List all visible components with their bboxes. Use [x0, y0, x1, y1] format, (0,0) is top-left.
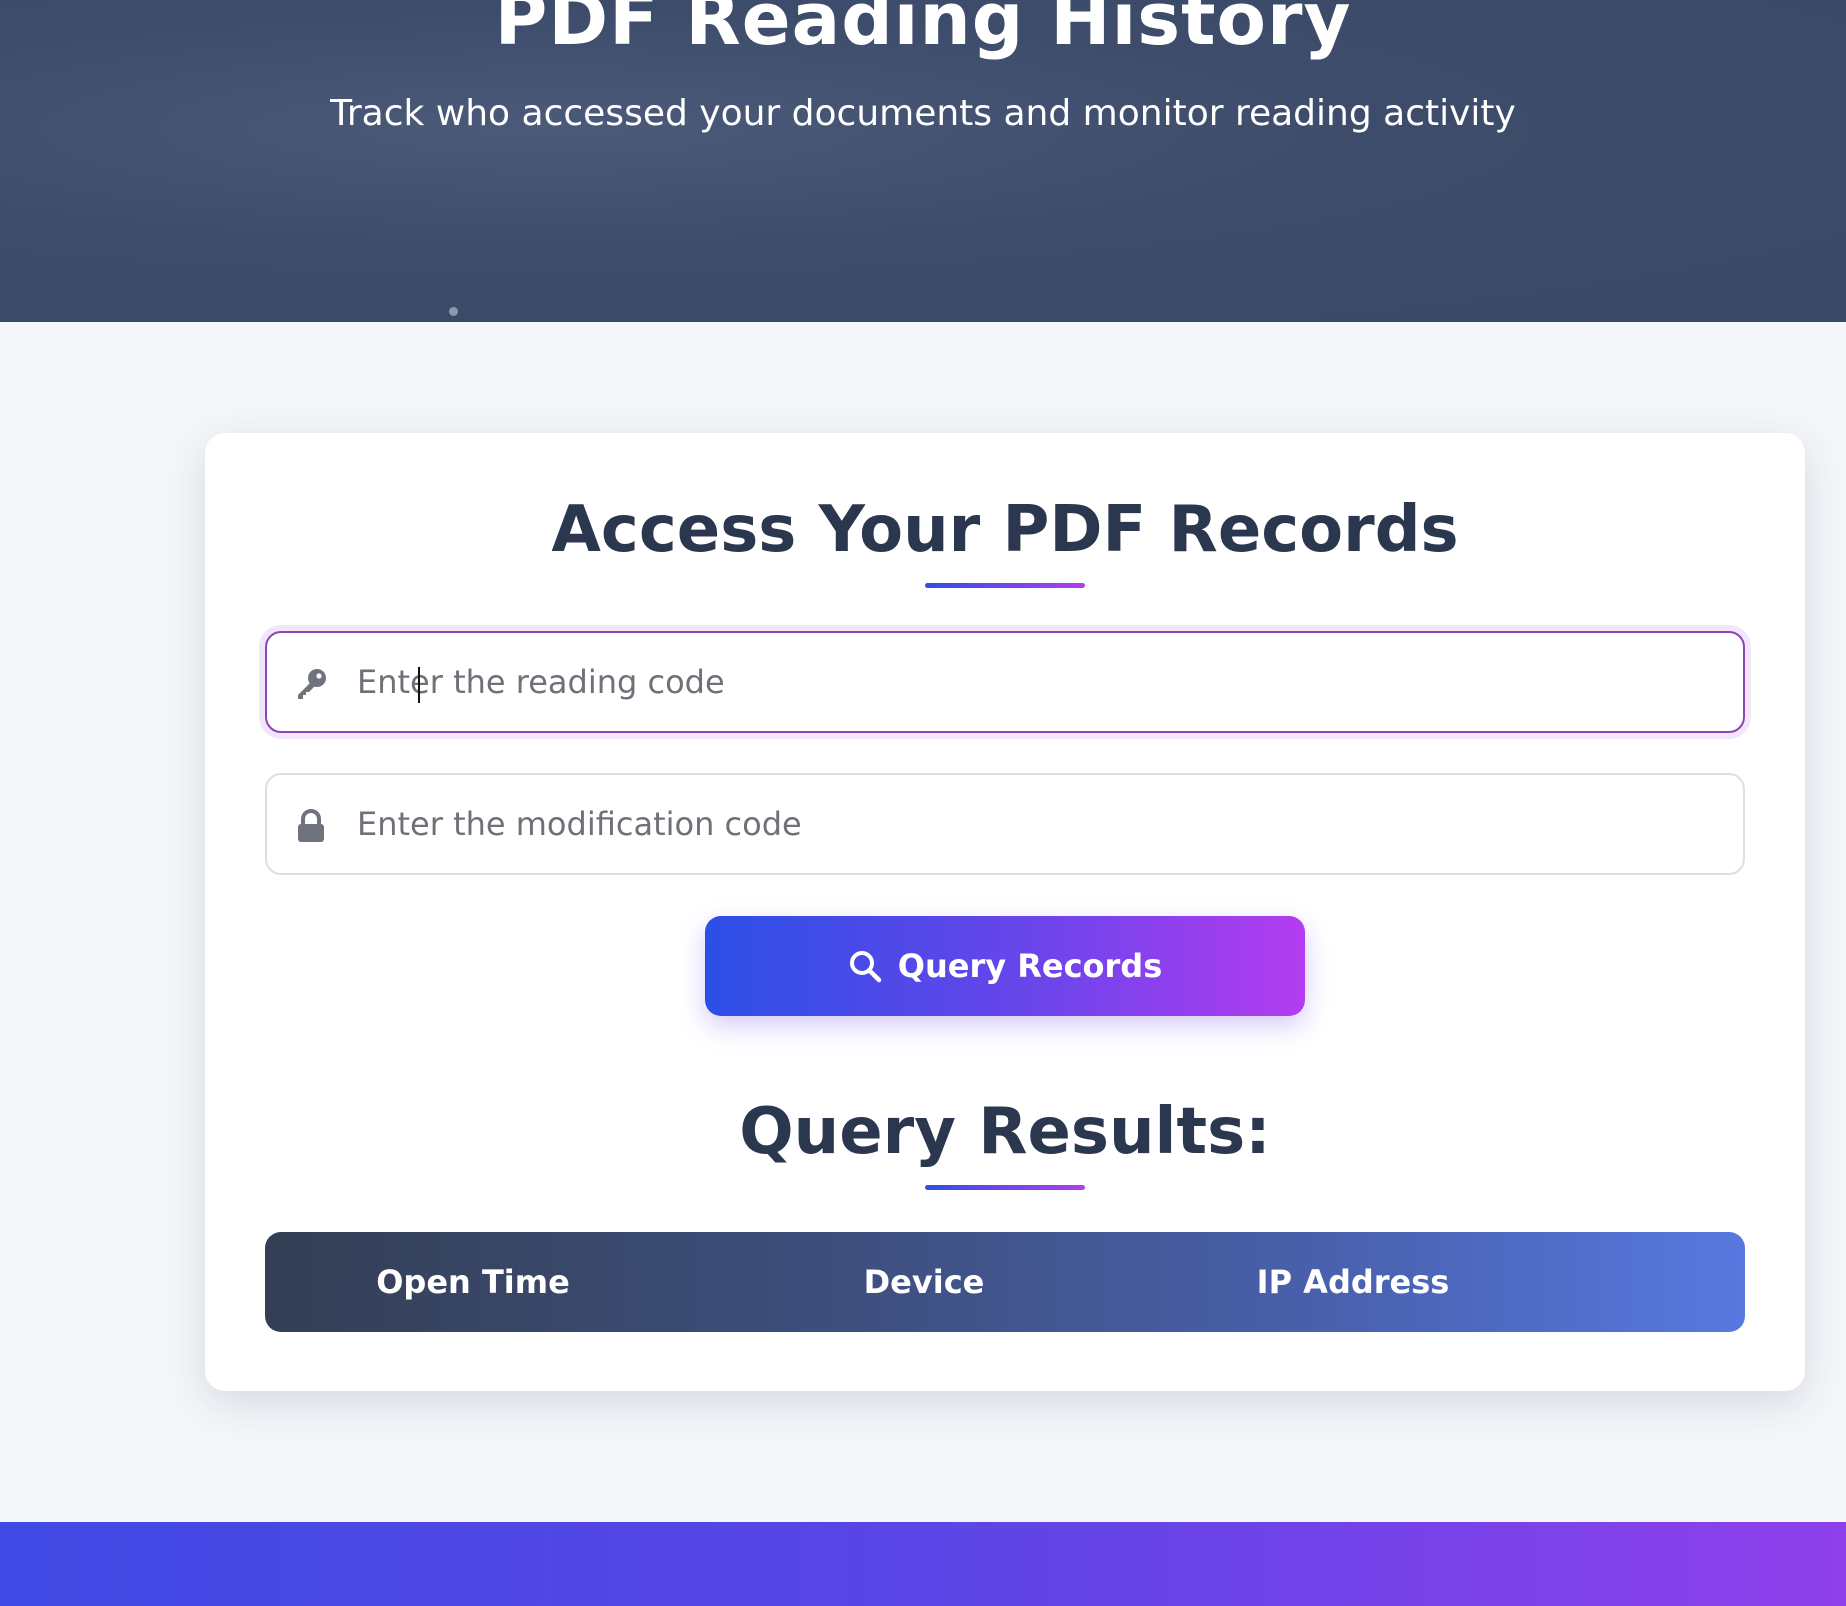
results-title: Query Results: — [739, 1095, 1271, 1169]
page-title: PDF Reading History — [494, 0, 1352, 61]
card-title: Access Your PDF Records — [551, 493, 1459, 567]
reading-code-field[interactable] — [265, 631, 1745, 733]
lock-icon — [293, 808, 329, 844]
modification-code-input[interactable] — [357, 775, 1727, 873]
text-caret — [418, 667, 420, 703]
decorative-dot — [449, 307, 458, 316]
column-header-ip-address: IP Address — [1256, 1263, 1450, 1301]
query-records-label: Query Records — [897, 947, 1163, 985]
page-header: PDF Reading History Track who accessed y… — [0, 0, 1846, 322]
results-table-header: Open Time Device IP Address — [265, 1232, 1745, 1332]
query-records-button[interactable]: Query Records — [705, 916, 1305, 1016]
page-subtitle: Track who accessed your documents and mo… — [330, 93, 1516, 134]
reading-code-input[interactable] — [357, 633, 1727, 731]
column-header-device: Device — [863, 1263, 985, 1301]
key-icon — [293, 666, 329, 702]
search-icon — [849, 951, 881, 983]
title-underline — [925, 583, 1085, 588]
modification-code-field[interactable] — [265, 773, 1745, 875]
records-card: Access Your PDF Records Quer — [205, 433, 1805, 1391]
results-underline — [925, 1185, 1085, 1190]
footer-band — [0, 1522, 1846, 1606]
column-header-open-time: Open Time — [376, 1263, 570, 1301]
